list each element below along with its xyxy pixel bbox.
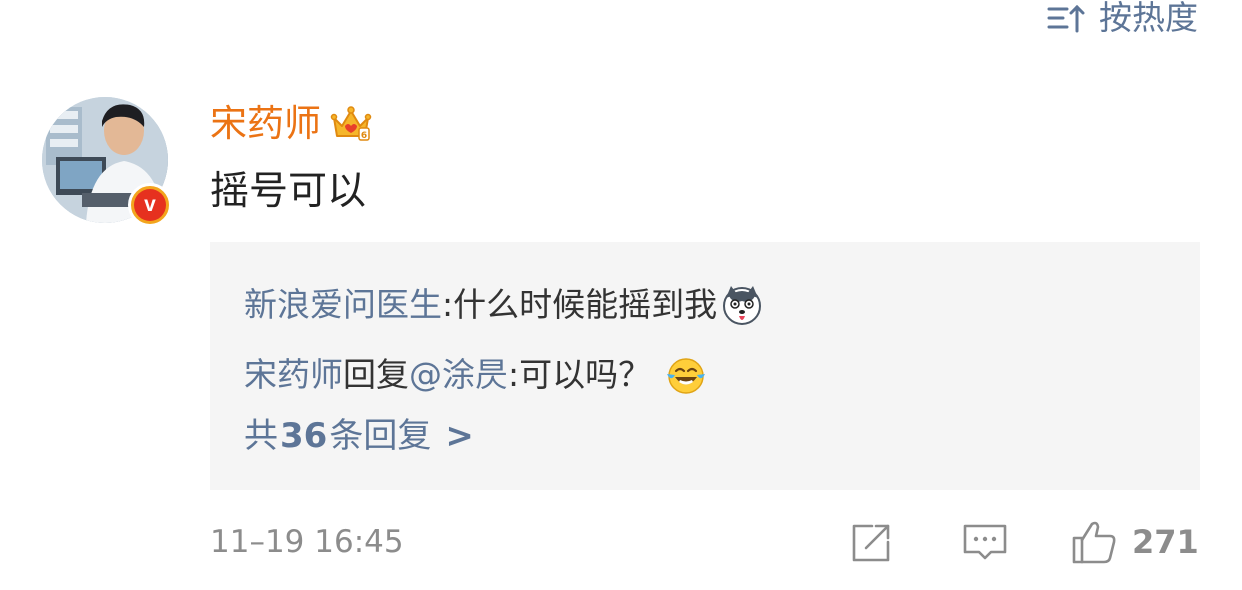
- sort-label: 按热度: [1099, 0, 1198, 37]
- reply-mention[interactable]: @涂昃: [409, 349, 508, 401]
- thumbs-up-icon: [1072, 521, 1116, 564]
- laughing-tears-emoji: [667, 358, 706, 394]
- comment-timestamp: 11–19 16:45: [210, 524, 404, 560]
- reply-author[interactable]: 新浪爱问医生: [244, 279, 442, 331]
- like-count: 271: [1132, 523, 1199, 561]
- reply-button[interactable]: [961, 518, 1009, 570]
- reply-text: :可以吗？: [508, 355, 652, 394]
- husky-dog-emoji: [723, 286, 762, 325]
- sort-by-hot-button[interactable]: 按热度: [1047, 0, 1198, 36]
- reply-item: 宋药师 回复 @涂昃:可以吗？: [244, 340, 1166, 410]
- svg-text:6: 6: [361, 131, 367, 141]
- like-button[interactable]: 271: [1070, 518, 1199, 566]
- replies-box[interactable]: 新浪爱问医生: 什么时候能摇到我 宋药师 回复 @涂昃:可以吗？ 共 36 条回复 >: [210, 242, 1200, 490]
- sort-descending-icon: [1047, 4, 1085, 33]
- reply-item: 新浪爱问医生: 什么时候能摇到我: [244, 270, 1166, 340]
- more-replies-prefix: 共: [244, 416, 278, 456]
- comment-bubble-icon: [963, 524, 1007, 560]
- reply-text: 什么时候能摇到我: [453, 285, 718, 324]
- reply-action: 回复: [343, 355, 409, 394]
- forward-icon: [852, 524, 890, 562]
- forward-button[interactable]: [846, 518, 894, 570]
- view-more-replies-link[interactable]: 共 36 条回复 >: [244, 410, 1166, 462]
- reply-separator: :: [442, 285, 454, 324]
- crown-vip-icon: 6: [330, 106, 372, 141]
- more-replies-suffix: 条回复: [329, 416, 432, 456]
- reply-author[interactable]: 宋药师: [244, 349, 343, 401]
- verified-v-badge-icon: v: [128, 183, 172, 227]
- chevron-right-icon: >: [445, 416, 474, 456]
- comment-text: 摇号可以: [210, 169, 367, 214]
- comment-username[interactable]: 宋药师: [210, 100, 321, 148]
- more-replies-count: 36: [280, 416, 328, 456]
- comment-footer: 11–19 16:45 271: [210, 516, 1200, 568]
